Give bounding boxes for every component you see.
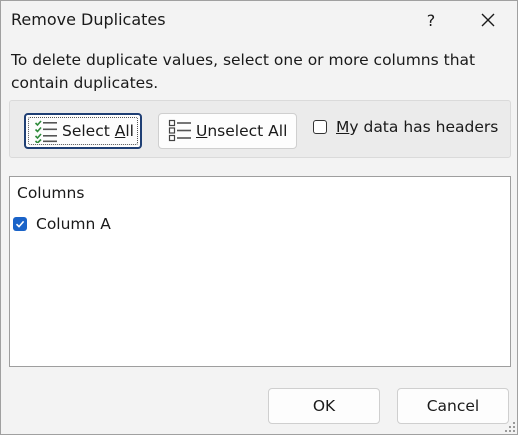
cancel-button[interactable]: Cancel — [397, 388, 509, 424]
select-all-button[interactable]: Select All — [24, 113, 142, 149]
close-button[interactable] — [472, 5, 504, 35]
ok-button[interactable]: OK — [268, 388, 380, 424]
checkmark-icon — [15, 220, 25, 228]
columns-list[interactable]: Columns Column A — [9, 176, 511, 367]
column-a-checkbox[interactable] — [13, 217, 27, 231]
headers-checkbox-label: My data has headers — [336, 118, 499, 136]
dialog-title: Remove Duplicates — [11, 10, 166, 29]
resize-grip-icon[interactable] — [505, 422, 515, 432]
instructions-text: To delete duplicate values, select one o… — [11, 51, 476, 92]
unselect-all-label: Unselect All — [196, 122, 288, 140]
unselect-all-icon — [168, 119, 191, 142]
help-button[interactable]: ? — [416, 5, 446, 35]
column-a-label: Column A — [36, 215, 111, 233]
headers-checkbox-box[interactable] — [313, 120, 327, 134]
close-icon — [481, 13, 495, 27]
selection-toolbar: Select All Unselect All My data has head… — [9, 100, 511, 158]
unselect-all-button[interactable]: Unselect All — [158, 113, 297, 149]
title-bar: Remove Duplicates ? — [1, 1, 517, 39]
column-item-column-a[interactable]: Column A — [13, 215, 111, 233]
select-all-icon — [34, 120, 57, 143]
remove-duplicates-dialog: Remove Duplicates ? To delete duplicate … — [0, 0, 518, 435]
columns-header: Columns — [17, 184, 85, 202]
select-all-label: Select All — [62, 122, 134, 140]
help-icon: ? — [426, 10, 436, 30]
my-data-has-headers-checkbox[interactable]: My data has headers — [313, 118, 498, 136]
